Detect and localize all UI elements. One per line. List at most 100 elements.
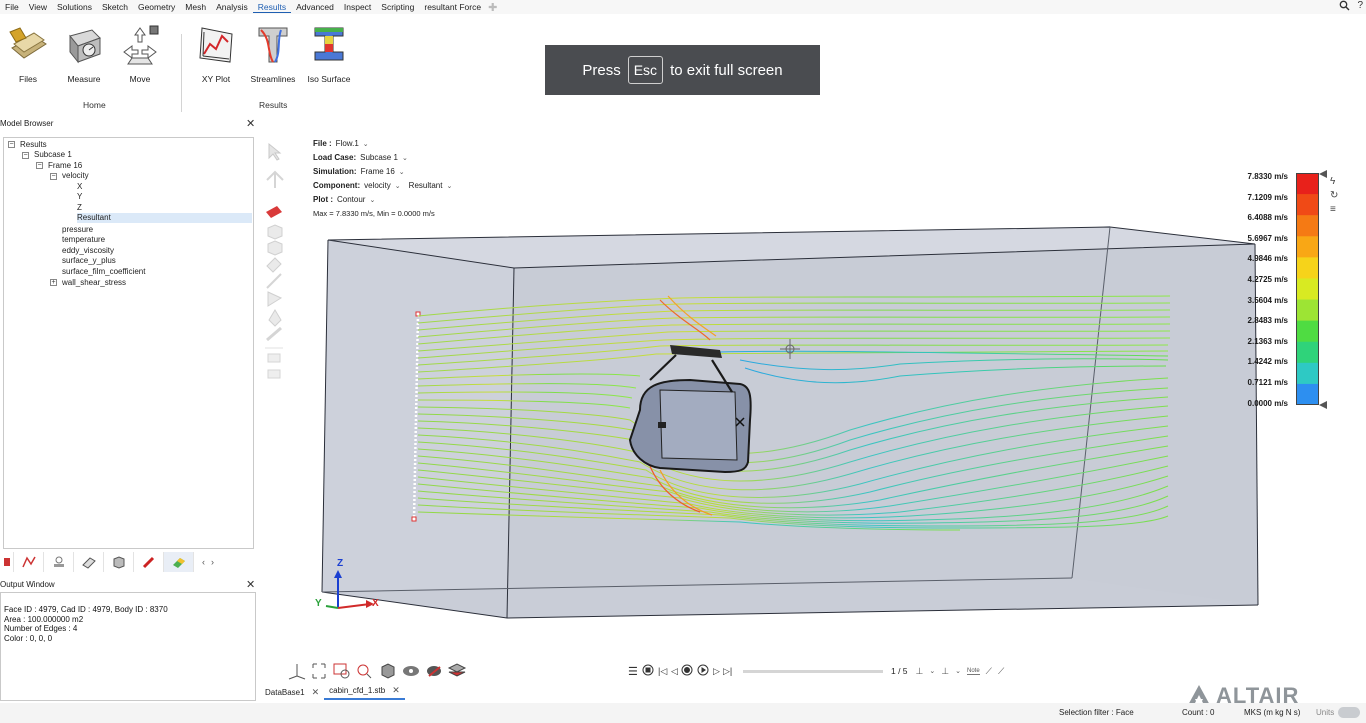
legend-max-marker[interactable] bbox=[1319, 170, 1327, 180]
collapse-icon[interactable]: − bbox=[50, 173, 57, 180]
close-icon[interactable]: ✕ bbox=[312, 687, 320, 698]
annotation-icon[interactable]: ⊥ bbox=[916, 666, 924, 677]
units-system[interactable]: MKS (m kg N s) bbox=[1244, 708, 1300, 717]
select-arrow-icon[interactable] bbox=[268, 142, 282, 161]
tree-node-resultant[interactable]: Resultant bbox=[77, 213, 252, 223]
chevron-down-icon[interactable]: ⌄ bbox=[402, 155, 408, 162]
triangle-icon[interactable] bbox=[267, 291, 283, 307]
tab-partial-icon[interactable] bbox=[0, 552, 14, 572]
chevron-down-icon[interactable]: ⌄ bbox=[955, 667, 961, 675]
zoom-box-icon[interactable] bbox=[333, 663, 350, 679]
play-icon[interactable] bbox=[697, 664, 713, 678]
tree-node-wall-shear-stress[interactable]: wall_shear_stress bbox=[62, 278, 126, 288]
tree-node-pressure[interactable]: pressure bbox=[62, 225, 93, 235]
menu-analysis[interactable]: Analysis bbox=[211, 2, 253, 12]
chevron-down-icon[interactable]: ⌄ bbox=[395, 183, 401, 190]
tree-node-frame[interactable]: Frame 16 bbox=[48, 161, 82, 171]
paint-face-icon[interactable] bbox=[266, 206, 282, 218]
box-icon[interactable] bbox=[267, 224, 283, 240]
tree-node-eddy-viscosity[interactable]: eddy_viscosity bbox=[62, 246, 114, 256]
search-icon[interactable] bbox=[1339, 0, 1350, 14]
line-icon[interactable] bbox=[266, 273, 282, 289]
eraser-icon[interactable] bbox=[266, 257, 282, 273]
previous-frame-icon[interactable]: ◁ bbox=[671, 666, 681, 677]
model-viewport[interactable] bbox=[300, 130, 1360, 660]
tab-loads-icon[interactable] bbox=[44, 552, 74, 572]
chevron-down-icon[interactable]: ⌄ bbox=[369, 197, 375, 204]
tab-mesh-icon[interactable] bbox=[74, 552, 104, 572]
menu-results[interactable]: Results bbox=[252, 2, 292, 13]
tab-results-icon[interactable] bbox=[164, 552, 194, 572]
tree-node-x[interactable]: X bbox=[77, 182, 82, 192]
visibility-icon[interactable] bbox=[403, 666, 419, 676]
menu-solutions[interactable]: Solutions bbox=[52, 2, 97, 12]
menu-view[interactable]: View bbox=[24, 2, 52, 12]
close-icon[interactable]: ✕ bbox=[392, 685, 400, 696]
menu-file[interactable]: File bbox=[0, 2, 24, 12]
selection-filter-status[interactable]: Selection filter : Face bbox=[1059, 708, 1134, 717]
chevron-down-icon[interactable]: ⌄ bbox=[399, 169, 405, 176]
drop-icon[interactable] bbox=[268, 309, 282, 327]
ruler-icon[interactable]: ⟋ bbox=[986, 666, 992, 677]
add-tab-icon[interactable]: ✚ bbox=[488, 1, 497, 14]
next-frame-icon[interactable]: ▷ bbox=[713, 666, 723, 677]
loadcase-row[interactable]: Load Case: Subcase 1 ⌄ bbox=[313, 151, 452, 165]
model-browser-close-icon[interactable]: ✕ bbox=[246, 117, 255, 130]
collapse-icon[interactable]: − bbox=[8, 141, 15, 148]
tab-scroll-right-icon[interactable]: › bbox=[211, 557, 214, 567]
menu-scripting[interactable]: Scripting bbox=[376, 2, 419, 12]
xy-plot-tool[interactable]: XY Plot bbox=[188, 22, 244, 84]
menu-advanced[interactable]: Advanced bbox=[291, 2, 339, 12]
tree-node-velocity[interactable]: velocity bbox=[62, 171, 89, 181]
tree-node-surface-y-plus[interactable]: surface_y_plus bbox=[62, 256, 116, 266]
file-row[interactable]: File : Flow.1 ⌄ bbox=[313, 137, 452, 151]
cube-view-icon[interactable] bbox=[381, 663, 395, 679]
pin-icon[interactable] bbox=[266, 326, 282, 342]
tree-node-z[interactable]: Z bbox=[77, 203, 82, 213]
record-icon[interactable] bbox=[681, 664, 697, 678]
refresh-icon[interactable]: ↻ bbox=[1330, 190, 1344, 204]
lightning-icon[interactable]: ϟ bbox=[1330, 176, 1344, 190]
list-icon[interactable]: ☰ bbox=[628, 665, 642, 678]
note-label[interactable]: Note bbox=[966, 668, 980, 675]
axes-view-icon[interactable] bbox=[288, 664, 306, 680]
box-icon[interactable] bbox=[267, 240, 283, 256]
menu-mesh[interactable]: Mesh bbox=[180, 2, 211, 12]
last-frame-icon[interactable]: ▷| bbox=[723, 666, 735, 677]
first-frame-icon[interactable]: |◁ bbox=[658, 666, 668, 677]
tab-boundary-icon[interactable] bbox=[14, 552, 44, 572]
grid-icon[interactable] bbox=[267, 353, 281, 363]
tab-cube-icon[interactable] bbox=[104, 552, 134, 572]
measure-tool[interactable]: Measure bbox=[56, 22, 112, 84]
measure-line-icon[interactable]: ⊥ bbox=[941, 666, 949, 677]
tree-node-results[interactable]: Results bbox=[20, 140, 47, 150]
doc-tab-cabin-cfd[interactable]: cabin_cfd_1.stb ✕ bbox=[324, 683, 405, 700]
collapse-icon[interactable]: − bbox=[36, 162, 43, 169]
chevron-down-icon[interactable]: ⌄ bbox=[446, 183, 452, 190]
legend-min-marker[interactable] bbox=[1319, 401, 1327, 411]
chevron-down-icon[interactable]: ⌄ bbox=[363, 141, 369, 148]
streamlines-tool[interactable]: Streamlines bbox=[245, 22, 301, 84]
collapse-icon[interactable]: − bbox=[22, 152, 29, 159]
tab-paint-icon[interactable] bbox=[134, 552, 164, 572]
tree-node-y[interactable]: Y bbox=[77, 192, 82, 202]
doc-tab-database1[interactable]: DataBase1 ✕ bbox=[260, 685, 324, 700]
curve-icon[interactable] bbox=[266, 170, 284, 188]
timeline-slider[interactable] bbox=[743, 669, 883, 673]
plot-row[interactable]: Plot : Contour ⌄ bbox=[313, 193, 452, 207]
menu-sketch[interactable]: Sketch bbox=[97, 2, 133, 12]
menu-inspect[interactable]: Inspect bbox=[339, 2, 376, 12]
iso-surface-tool[interactable]: Iso Surface bbox=[301, 22, 357, 84]
tree-node-surface-film-coefficient[interactable]: surface_film_coefficient bbox=[62, 267, 145, 277]
zoom-icon[interactable] bbox=[357, 664, 372, 679]
tree-node-temperature[interactable]: temperature bbox=[62, 235, 105, 245]
simulation-row[interactable]: Simulation: Frame 16 ⌄ bbox=[313, 165, 452, 179]
render-mode-icon[interactable] bbox=[427, 666, 441, 677]
units-toggle[interactable] bbox=[1338, 707, 1360, 718]
files-tool[interactable]: Files bbox=[0, 22, 56, 84]
grid-icon[interactable] bbox=[267, 369, 281, 379]
expand-icon[interactable]: + bbox=[50, 279, 57, 286]
plane-icon[interactable]: ⟋ bbox=[998, 666, 1004, 677]
menu-geometry[interactable]: Geometry bbox=[133, 2, 180, 12]
fit-view-icon[interactable] bbox=[312, 663, 326, 679]
